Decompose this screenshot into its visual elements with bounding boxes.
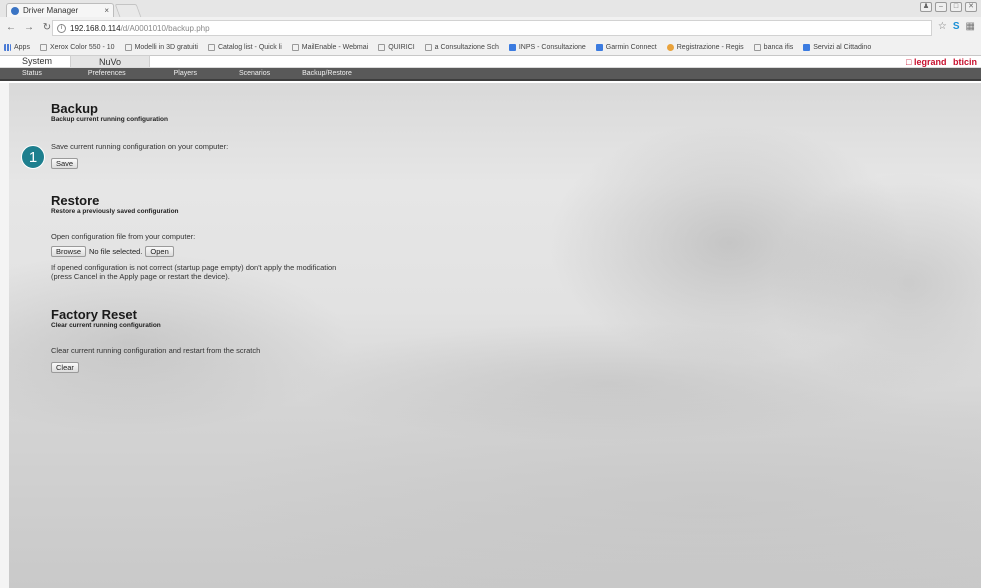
bticino-logo: bticin <box>953 57 977 67</box>
bookmark-registrazione[interactable]: Registrazione - Regis <box>666 44 744 51</box>
bookmark-servizi[interactable]: Servizi al Cittadino <box>803 44 871 51</box>
bookmark-star-icon[interactable]: ☆ <box>938 21 947 32</box>
brand-logo: □ legrand bticin <box>906 56 977 68</box>
tab-title: Driver Manager <box>23 6 79 15</box>
open-button[interactable]: Open <box>145 246 174 257</box>
bookmark-xerox[interactable]: Xerox Color 550 - 10 <box>39 44 115 51</box>
skype-extension-icon[interactable]: S <box>953 21 960 32</box>
bookmark-apps[interactable]: Apps <box>4 44 30 51</box>
legrand-logo: □ legrand <box>906 57 947 67</box>
clear-button[interactable]: Clear <box>51 362 79 373</box>
backup-subtitle: Backup current running configuration <box>51 116 169 123</box>
sub-navigation: Status Preferences Players Scenarios Bac… <box>0 68 981 81</box>
subnav-scenarios[interactable]: Scenarios <box>215 70 288 77</box>
new-tab-button[interactable] <box>114 4 142 17</box>
close-window-icon[interactable]: ✕ <box>965 2 977 12</box>
page-icon <box>207 44 215 51</box>
factory-reset-section: Factory Reset Clear current running conf… <box>51 308 260 373</box>
page-icon <box>124 44 132 51</box>
file-status-label: No file selected. <box>89 247 143 256</box>
back-icon[interactable]: ← <box>4 21 18 35</box>
user-profile-icon[interactable]: ♟ <box>920 2 932 12</box>
subnav-status[interactable]: Status <box>0 70 60 77</box>
window-controls: ♟ – □ ✕ <box>920 2 977 12</box>
bookmarks-bar: Apps Xerox Color 550 - 10 Modelli in 3D … <box>0 40 981 55</box>
tab-nuvo[interactable]: NuVo <box>70 55 151 67</box>
page-favicon-icon <box>11 6 19 15</box>
restore-subtitle: Restore a previously saved configuration <box>51 208 179 215</box>
restore-section: Restore Restore a previously saved confi… <box>51 194 336 281</box>
tab-system[interactable]: System <box>0 55 70 67</box>
browser-chrome: Driver Manager × ♟ – □ ✕ ← → ↻ i 192.168… <box>0 0 981 56</box>
restore-title: Restore <box>51 193 100 208</box>
save-button[interactable]: Save <box>51 158 79 169</box>
registration-icon <box>666 44 674 51</box>
bookmark-modelli[interactable]: Modelli in 3D gratuiti <box>124 44 198 51</box>
servizi-icon <box>803 44 811 51</box>
subnav-players[interactable]: Players <box>144 70 215 77</box>
tab-close-icon[interactable]: × <box>104 6 109 15</box>
forward-icon[interactable]: → <box>22 21 36 35</box>
url-path: /d/A0001010/backup.php <box>120 23 210 33</box>
subnav-preferences[interactable]: Preferences <box>60 70 144 77</box>
factory-reset-subtitle: Clear current running configuration <box>51 322 161 329</box>
tab-strip: Driver Manager × ♟ – □ ✕ <box>0 0 981 17</box>
subnav-backup-restore[interactable]: Backup/Restore <box>288 70 370 77</box>
backup-section: Backup Backup current running configurat… <box>51 102 228 169</box>
inps-icon <box>508 44 516 51</box>
bookmark-garmin[interactable]: Garmin Connect <box>595 44 657 51</box>
restore-text: Open configuration file from your comput… <box>51 232 196 241</box>
page-icon <box>291 44 299 51</box>
bookmark-consultazione[interactable]: a Consultazione Sch <box>424 44 499 51</box>
bookmark-mailenable[interactable]: MailEnable - Webmai <box>291 44 368 51</box>
factory-reset-title: Factory Reset <box>51 307 137 322</box>
bookmark-catalog[interactable]: Catalog list - Quick li <box>207 44 282 51</box>
toolbar-right: ☆ S ▦ <box>938 21 975 32</box>
site-info-icon[interactable]: i <box>57 23 66 33</box>
browser-tab[interactable]: Driver Manager × <box>6 3 114 17</box>
extension-icon[interactable]: ▦ <box>966 21 975 32</box>
address-bar[interactable]: i 192.168.0.114 /d/A0001010/backup.php <box>52 20 932 36</box>
maximize-icon[interactable]: □ <box>950 2 962 12</box>
garmin-triangle-icon <box>595 44 603 51</box>
step-number-badge: 1 <box>21 145 45 169</box>
bookmark-quirici[interactable]: QUIRICI <box>378 44 415 51</box>
url-host: 192.168.0.114 <box>70 23 121 33</box>
navigation-bar: ← → ↻ i 192.168.0.114 /d/A0001010/backup… <box>0 17 981 39</box>
backup-text: Save current running configuration on yo… <box>51 142 229 151</box>
backup-title: Backup <box>51 101 98 116</box>
bookmark-banca-ifis[interactable]: banca ifis <box>753 44 793 51</box>
minimize-icon[interactable]: – <box>935 2 947 12</box>
restore-note-line-2: (press Cancel in the Apply page or resta… <box>51 272 230 281</box>
bank-icon <box>753 44 761 51</box>
app-header: System NuVo □ legrand bticin <box>0 55 981 68</box>
restore-note-line-1: If opened configuration is not correct (… <box>51 263 337 272</box>
bookmark-inps[interactable]: INPS - Consultazione <box>508 44 586 51</box>
content-left-margin <box>0 83 9 588</box>
page-icon <box>39 44 47 51</box>
page-icon <box>378 44 386 51</box>
factory-reset-text: Clear current running configuration and … <box>51 346 261 355</box>
browse-button[interactable]: Browse <box>51 246 87 257</box>
apps-grid-icon <box>4 44 11 51</box>
page-icon <box>424 44 432 51</box>
